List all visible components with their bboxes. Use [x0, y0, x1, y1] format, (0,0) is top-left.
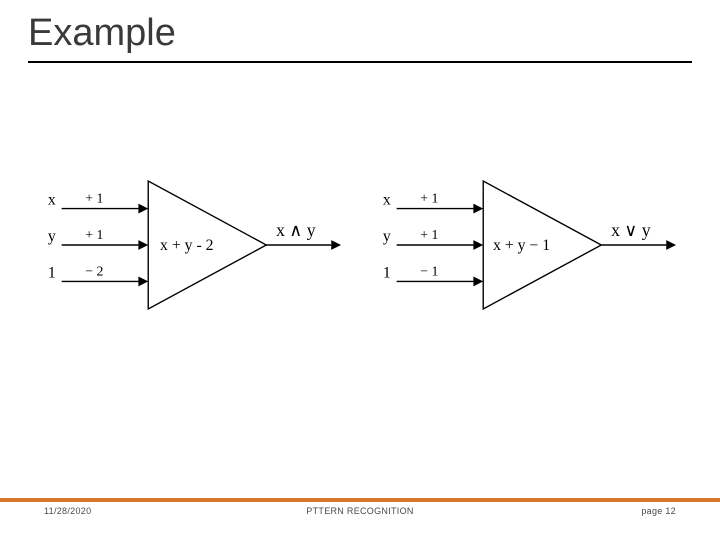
input-weight: + 1	[85, 227, 103, 242]
title-bar: Example	[28, 12, 692, 63]
diagram-area: x + 1 y + 1 1 − 2 x + y - 2 x ∧ y	[40, 170, 680, 320]
input-weight: + 1	[420, 227, 438, 242]
title-underline	[28, 61, 692, 63]
footer-date: 11/28/2020	[44, 506, 91, 516]
footer-title: PTTERN RECOGNITION	[306, 506, 413, 516]
input-var: x	[383, 192, 391, 209]
input-var: 1	[383, 264, 391, 281]
output-expression: x ∧ y	[276, 220, 316, 240]
page-number: 12	[665, 506, 676, 516]
footer: 11/28/2020 PTTERN RECOGNITION page 12	[0, 496, 720, 522]
page-prefix: page	[641, 506, 665, 516]
input-var: y	[383, 228, 391, 245]
input-var: 1	[48, 264, 56, 281]
footer-accent-bar	[0, 498, 720, 502]
input-weight: + 1	[420, 191, 438, 206]
diagram-or: x + 1 y + 1 1 − 1 x + y − 1 x ∨ y	[375, 170, 680, 320]
sum-expression: x + y − 1	[493, 237, 550, 254]
slide-title: Example	[28, 12, 692, 55]
input-var: x	[48, 192, 56, 209]
input-weight: − 1	[420, 264, 438, 279]
input-var: y	[48, 228, 56, 245]
input-weight: + 1	[85, 191, 103, 206]
footer-page: page 12	[641, 506, 676, 516]
footer-row: 11/28/2020 PTTERN RECOGNITION page 12	[0, 506, 720, 516]
output-expression: x ∨ y	[611, 220, 651, 240]
sum-expression: x + y - 2	[160, 237, 213, 254]
input-weight: − 2	[85, 264, 103, 279]
diagram-and: x + 1 y + 1 1 − 2 x + y - 2 x ∧ y	[40, 170, 345, 320]
slide: Example x + 1 y + 1 1 −	[0, 0, 720, 540]
